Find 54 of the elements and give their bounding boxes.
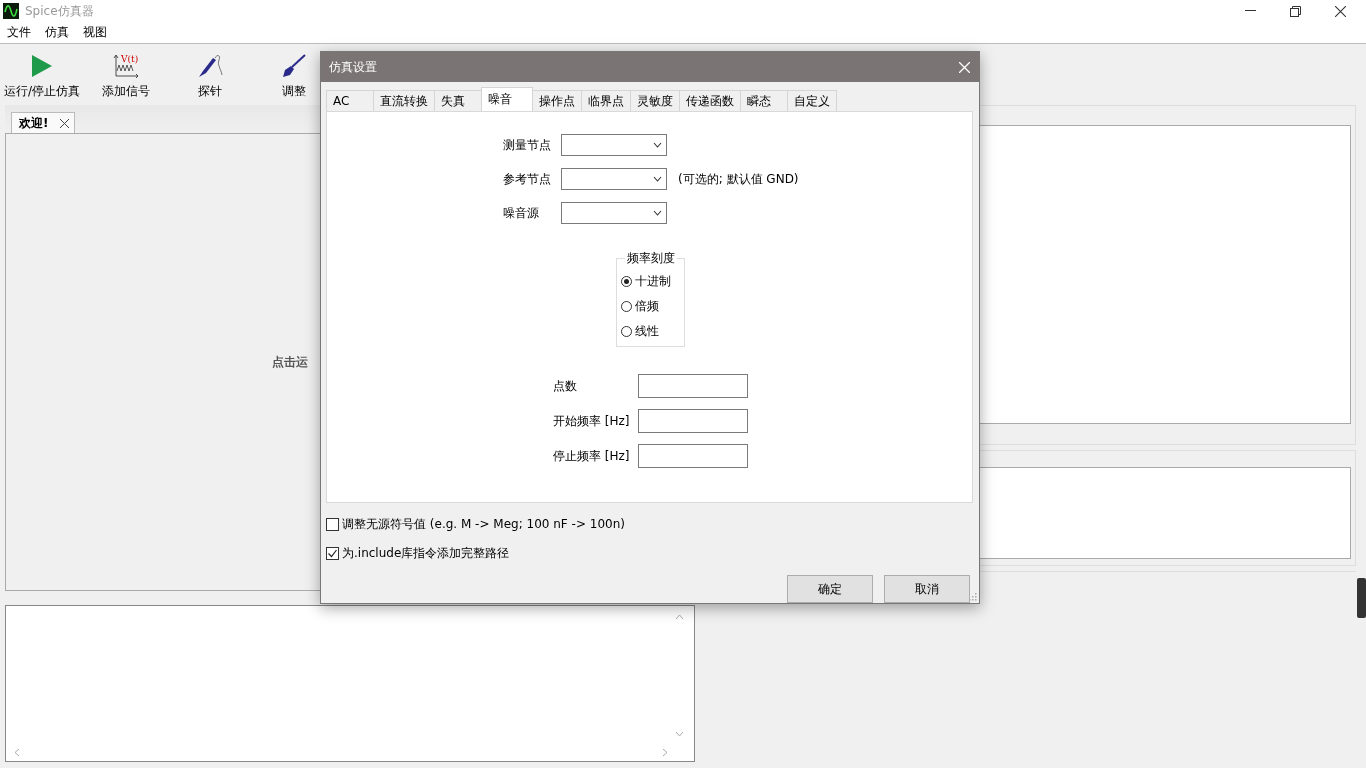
window-title: Spice仿真器 xyxy=(25,2,94,20)
tab[interactable]: 自定义 xyxy=(787,90,837,111)
menu-item[interactable]: 视图 xyxy=(83,24,107,41)
chevron-down-icon xyxy=(653,210,662,216)
field-label: 点数 xyxy=(553,377,578,395)
scroll-down-icon[interactable] xyxy=(675,731,684,737)
checkbox-label: 调整无源符号值 (e.g. M -> Meg; 100 nF -> 100n) xyxy=(342,516,625,533)
meter-icon xyxy=(1357,578,1366,618)
chevron-down-icon xyxy=(653,142,662,148)
dialog-title: 仿真设置 xyxy=(329,58,377,76)
menu-item[interactable]: 仿真 xyxy=(45,24,69,41)
resize-grip-icon[interactable] xyxy=(969,593,977,601)
field-label: 测量节点 xyxy=(503,136,552,154)
radio-option[interactable]: 倍频 xyxy=(621,298,677,315)
scroll-right-icon[interactable] xyxy=(662,748,668,757)
field-label: 停止频率 [Hz] xyxy=(553,447,631,465)
field-label: 开始频率 [Hz] xyxy=(553,412,631,430)
play-icon xyxy=(31,53,53,79)
restore-icon[interactable] xyxy=(1290,5,1301,17)
group-title: 频率刻度 xyxy=(626,250,676,267)
chevron-down-icon xyxy=(653,176,662,182)
tab[interactable]: AC xyxy=(326,90,374,111)
checkbox-label: 为.include库指令添加完整路径 xyxy=(342,545,510,562)
document-tab[interactable]: 欢迎! xyxy=(11,112,76,133)
radio-option[interactable]: 十进制 xyxy=(621,273,677,290)
radio-option[interactable]: 线性 xyxy=(621,323,677,340)
probe-icon xyxy=(197,53,223,79)
input-field[interactable] xyxy=(638,409,748,433)
field-note: (可选的; 默认值 GND) xyxy=(678,170,799,188)
tab[interactable]: 噪音 xyxy=(481,87,533,111)
welcome-text: 点击运 xyxy=(272,353,308,371)
scroll-up-icon[interactable] xyxy=(675,614,684,620)
checkbox[interactable] xyxy=(326,547,339,560)
dropdown-field[interactable] xyxy=(561,168,667,190)
field-label: 参考节点 xyxy=(503,170,552,188)
dialog-button[interactable]: 确定 xyxy=(787,575,873,603)
scroll-left-icon[interactable] xyxy=(14,748,20,757)
toolbar-button[interactable]: 探针 xyxy=(168,53,252,100)
app-logo-icon xyxy=(3,3,19,19)
input-field[interactable] xyxy=(638,374,748,398)
minimize-icon[interactable] xyxy=(1245,10,1256,12)
close-icon[interactable] xyxy=(1335,5,1346,17)
dialog-button[interactable]: 取消 xyxy=(884,575,970,603)
tab-label: 欢迎! xyxy=(19,114,49,132)
close-icon[interactable] xyxy=(60,118,70,128)
toolbar-button[interactable]: 运行/停止仿真 xyxy=(0,53,84,100)
checkbox[interactable] xyxy=(326,518,339,531)
menu-item[interactable]: 文件 xyxy=(7,24,31,41)
field-label: 噪音源 xyxy=(503,204,540,222)
screwdriver-icon xyxy=(281,53,307,79)
toolbar-button[interactable]: V(t) 添加信号 xyxy=(84,53,168,100)
dropdown-field[interactable] xyxy=(561,202,667,224)
input-field[interactable] xyxy=(638,444,748,468)
dropdown-field[interactable] xyxy=(561,134,667,156)
